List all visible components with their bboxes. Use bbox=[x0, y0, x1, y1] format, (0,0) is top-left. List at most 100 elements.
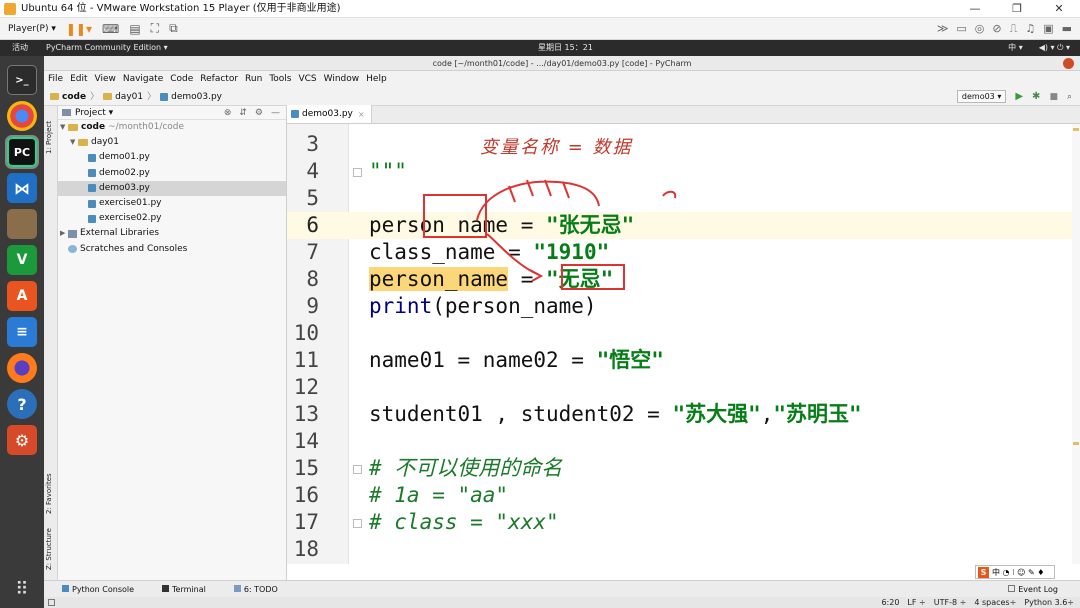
menu-tools[interactable]: Tools bbox=[269, 71, 291, 88]
tree-scratches[interactable]: Scratches and Consoles bbox=[58, 242, 286, 257]
vscode-icon[interactable]: ⋈ bbox=[7, 173, 37, 203]
help-icon[interactable]: ? bbox=[7, 389, 37, 419]
send-ctrl-alt-del-icon[interactable]: ⌨ bbox=[102, 22, 119, 36]
menu-run[interactable]: Run bbox=[245, 71, 262, 88]
code-editor[interactable]: 3 4 5 6 7 8 9 10 11 12 13 14 15 16 17 18… bbox=[287, 124, 1080, 564]
files-icon[interactable] bbox=[7, 209, 37, 239]
python-file-icon bbox=[88, 169, 96, 178]
hdd-icon[interactable]: ▭ bbox=[956, 22, 966, 36]
breadcrumb-code[interactable]: code bbox=[50, 88, 86, 106]
activities-button[interactable]: 活动 bbox=[12, 40, 28, 56]
project-view-select[interactable]: Project ▾ bbox=[75, 106, 113, 120]
menu-navigate[interactable]: Navigate bbox=[123, 71, 163, 88]
breadcrumb-file[interactable]: demo03.py bbox=[160, 88, 222, 106]
menu-edit[interactable]: Edit bbox=[70, 71, 87, 88]
close-tab-icon[interactable]: × bbox=[358, 106, 365, 123]
pycharm-icon[interactable]: PC bbox=[5, 135, 39, 169]
input-method-menu[interactable]: 中 ▾ bbox=[1008, 40, 1023, 56]
status-right: 6:20 LF ÷ UTF-8 ÷ 4 spaces÷ Python 3.6÷ bbox=[881, 597, 1080, 608]
menu-code[interactable]: Code bbox=[170, 71, 193, 88]
display-icon[interactable]: ▬ bbox=[1062, 22, 1072, 36]
clock[interactable]: 星期日 15：21 bbox=[538, 40, 593, 56]
firefox-icon[interactable] bbox=[7, 353, 37, 383]
tree-file[interactable]: demo01.py bbox=[58, 150, 286, 165]
sogou-icon[interactable]: S bbox=[978, 566, 989, 578]
tree-external-label: External Libraries bbox=[80, 228, 160, 239]
tree-root-code[interactable]: ▼ code ~/month01/code bbox=[58, 120, 286, 135]
hide-panel-icon[interactable]: — bbox=[271, 106, 280, 120]
status-toggle-icon[interactable] bbox=[48, 599, 55, 606]
tree-file[interactable]: demo02.py bbox=[58, 166, 286, 181]
sound-icon[interactable]: ♫ bbox=[1025, 22, 1035, 36]
expand-arrow-icon[interactable]: ▼ bbox=[70, 135, 78, 150]
marker[interactable] bbox=[1073, 128, 1079, 131]
search-icon[interactable]: ⌕ bbox=[1067, 88, 1072, 106]
interpreter[interactable]: Python 3.6÷ bbox=[1024, 597, 1074, 608]
settings-gear-icon[interactable]: ⚙ bbox=[255, 106, 263, 120]
tree-file[interactable]: exercise02.py bbox=[58, 211, 286, 226]
minimize-button[interactable]: — bbox=[954, 0, 996, 18]
run-icon[interactable]: ▶ bbox=[1015, 88, 1023, 106]
collapse-all-icon[interactable]: ⇵ bbox=[239, 106, 247, 120]
project-tool-tab[interactable]: 1: Project bbox=[45, 121, 53, 154]
tree-file-selected[interactable]: demo03.py bbox=[58, 180, 286, 196]
device-arrow-icon[interactable]: ≫ bbox=[937, 22, 949, 36]
software-center-icon[interactable]: A bbox=[7, 281, 37, 311]
terminal-icon[interactable]: >_ bbox=[7, 65, 37, 95]
close-window-icon[interactable] bbox=[1063, 58, 1074, 69]
vim-icon[interactable]: V bbox=[7, 245, 37, 275]
writer-icon[interactable]: ≡ bbox=[7, 317, 37, 347]
network-icon[interactable]: ⊘ bbox=[992, 22, 1001, 36]
project-panel: Project ▾ ⊗ ⇵ ⚙ — ▼ code ~/month01/code … bbox=[58, 106, 287, 580]
python-file-icon bbox=[291, 110, 299, 118]
cd-icon[interactable]: ◎ bbox=[975, 22, 985, 36]
app-menu[interactable]: PyCharm Community Edition ▾ bbox=[46, 40, 168, 56]
favorites-tool-tab[interactable]: 2: Favorites bbox=[45, 473, 53, 514]
ime-toolbar[interactable]: S 中 ◔ ⁝ ☺ ✎ ♦ bbox=[975, 565, 1055, 579]
menu-view[interactable]: View bbox=[95, 71, 116, 88]
python-console-button[interactable]: Python Console bbox=[62, 581, 148, 598]
menu-file[interactable]: File bbox=[48, 71, 63, 88]
tree-folder-day01[interactable]: ▼ day01 bbox=[58, 135, 286, 150]
ime-label[interactable]: 中 ◔ ⁝ ☺ ✎ ♦ bbox=[992, 567, 1044, 578]
marker[interactable] bbox=[1073, 442, 1079, 445]
vmware-logo-icon bbox=[4, 2, 16, 15]
editor-marker-strip[interactable] bbox=[1072, 124, 1080, 564]
unity-icon[interactable]: ⧉ bbox=[169, 21, 178, 36]
removable-devices-icon[interactable]: ▤ bbox=[129, 22, 140, 36]
todo-button[interactable]: 6: TODO bbox=[233, 581, 292, 598]
tree-external-libraries[interactable]: ▶ External Libraries bbox=[58, 226, 286, 241]
close-button[interactable]: ✕ bbox=[1038, 0, 1080, 18]
expand-arrow-icon[interactable]: ▼ bbox=[60, 120, 68, 135]
indent-setting[interactable]: 4 spaces÷ bbox=[974, 597, 1016, 608]
scroll-from-source-icon[interactable]: ⊗ bbox=[224, 106, 232, 120]
fullscreen-icon[interactable]: ⛶ bbox=[151, 21, 159, 36]
system-menu[interactable]: ◀) ▾ ⏻ ▾ bbox=[1039, 40, 1070, 56]
usb-icon[interactable]: ⎍ bbox=[1010, 22, 1018, 36]
settings-icon[interactable]: ⚙ bbox=[7, 425, 37, 455]
show-applications-icon[interactable]: ⠿ bbox=[15, 579, 28, 600]
chrome-icon[interactable] bbox=[7, 101, 37, 131]
line-separator[interactable]: LF ÷ bbox=[907, 597, 925, 608]
menu-refactor[interactable]: Refactor bbox=[200, 71, 238, 88]
printer-icon[interactable]: ▣ bbox=[1043, 22, 1053, 36]
collapse-arrow-icon[interactable]: ▶ bbox=[60, 226, 68, 241]
event-log-button[interactable]: Event Log bbox=[1008, 581, 1080, 598]
stop-icon[interactable]: ■ bbox=[1049, 88, 1058, 106]
menu-window[interactable]: Window bbox=[324, 71, 360, 88]
file-encoding[interactable]: UTF-8 ÷ bbox=[934, 597, 967, 608]
ubuntu-top-panel: 活动 PyCharm Community Edition ▾ 星期日 15：21… bbox=[0, 40, 1080, 56]
menu-vcs[interactable]: VCS bbox=[298, 71, 316, 88]
caret-position[interactable]: 6:20 bbox=[881, 597, 899, 608]
run-config-select[interactable]: demo03 ▾ bbox=[956, 90, 1007, 103]
pause-icon[interactable]: ❚❚▾ bbox=[66, 22, 92, 36]
player-menu[interactable]: Player(P) ▾ bbox=[8, 24, 56, 34]
structure-tool-tab[interactable]: Z: Structure bbox=[45, 528, 53, 570]
breadcrumb-day01[interactable]: day01 bbox=[103, 88, 143, 106]
tab-demo03[interactable]: demo03.py × bbox=[287, 105, 372, 123]
tree-file[interactable]: exercise01.py bbox=[58, 196, 286, 211]
maximize-button[interactable]: ❐ bbox=[996, 0, 1038, 18]
menu-help[interactable]: Help bbox=[366, 71, 387, 88]
terminal-button[interactable]: Terminal bbox=[162, 581, 220, 598]
debug-icon[interactable]: ✱ bbox=[1032, 88, 1040, 106]
